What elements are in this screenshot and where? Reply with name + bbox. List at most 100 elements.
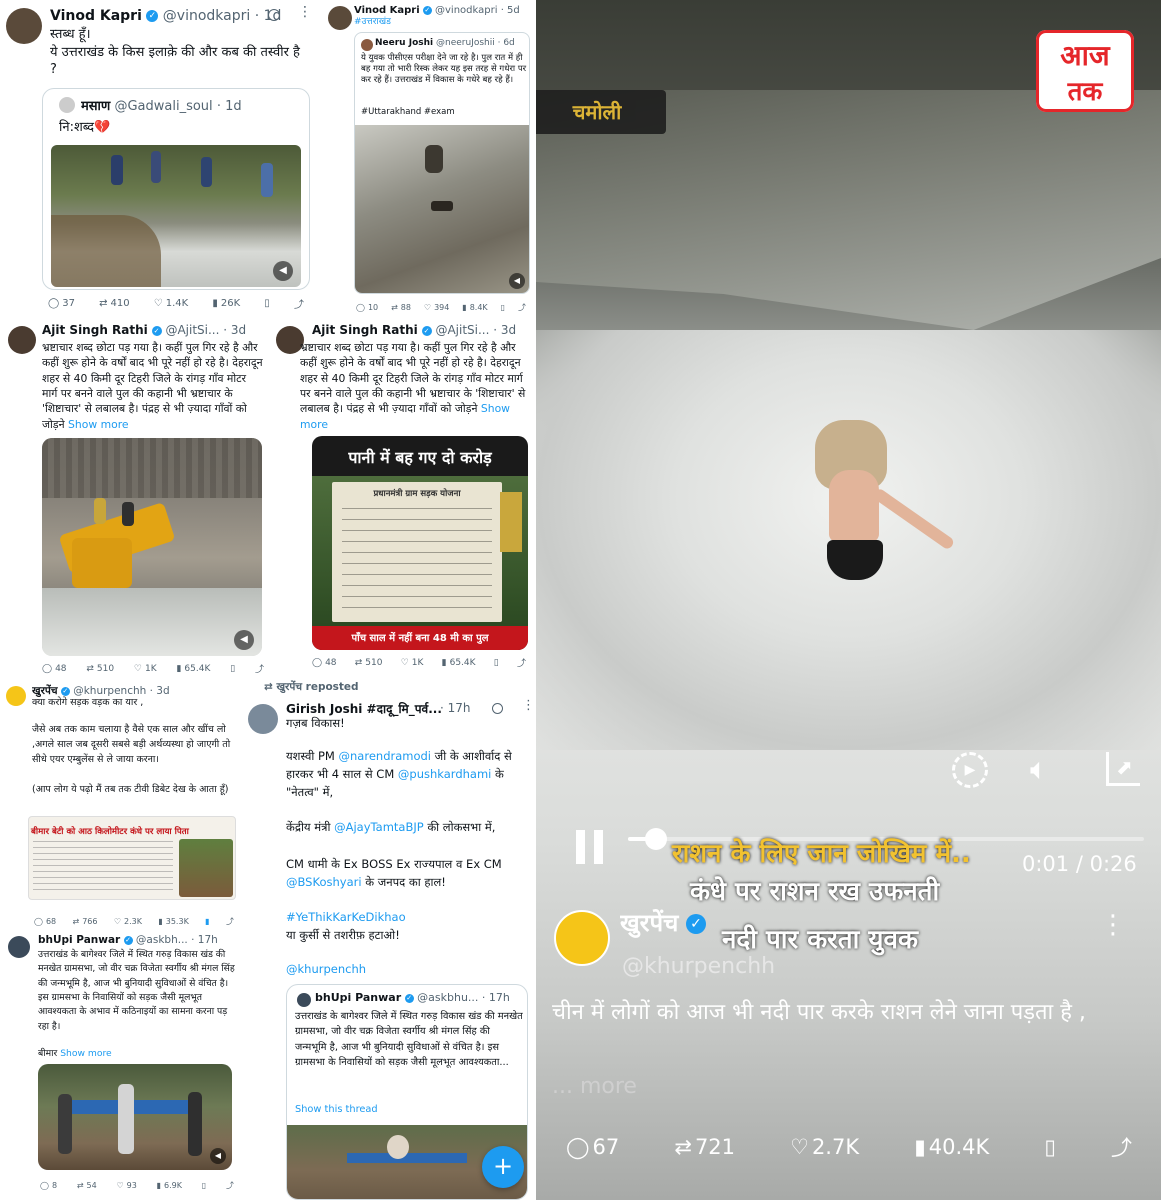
video-player[interactable]: आज तक चमोली ▶ 🔈︎ ⬈ 0:01 / 0:26 राशन के ल… (536, 0, 1161, 1200)
mute-icon[interactable]: ◀ (210, 1148, 226, 1164)
like-button[interactable]: ♡ 1.4K (154, 298, 188, 309)
reply-button[interactable]: ◯ 10 (356, 303, 378, 312)
avatar[interactable] (8, 936, 30, 958)
timestamp[interactable]: · 3d (150, 685, 170, 697)
progress-scrubber[interactable] (644, 828, 667, 850)
more-options-icon[interactable]: ⋮ (298, 4, 312, 20)
mention-link[interactable]: @BSKoshyari (286, 875, 362, 889)
author-handle[interactable]: @askbh... (136, 934, 188, 946)
share-icon[interactable]: ⤴ (226, 1180, 234, 1191)
views-button[interactable]: ▮ 40.4K (914, 1135, 989, 1159)
repost-button[interactable]: ⇄ 510 (355, 658, 383, 668)
tweet-card-4[interactable]: Ajit Singh Rathi ✓ @AjitSi... · 3d भ्रष्… (268, 318, 536, 680)
quoted-tweet[interactable]: मसाण @Gadwali_soul · 1d नि:शब्द💔 ◀ (42, 88, 310, 290)
quote-image[interactable]: ◀ (355, 125, 529, 293)
views-button[interactable]: ▮ 26K (212, 298, 240, 309)
like-button[interactable]: ♡ 1K (401, 658, 424, 668)
show-more-link[interactable]: Show more (68, 418, 129, 431)
share-icon[interactable]: ⤴ (255, 662, 264, 675)
share-icon[interactable]: ⤴ (294, 296, 304, 311)
author-handle[interactable]: @khurpenchh (73, 685, 146, 697)
author-name[interactable]: Ajit Singh Rathi (42, 323, 148, 337)
tweet-card-7[interactable]: ⇄ खुरपेंच reposted Girish Joshi #दादू_मि… (240, 680, 536, 1200)
reply-button[interactable]: ◯ 8 (40, 1181, 57, 1190)
quote-image[interactable]: ◀ (51, 145, 301, 287)
grok-icon[interactable] (268, 9, 280, 21)
author-name[interactable]: Ajit Singh Rathi (312, 323, 418, 337)
repost-button[interactable]: ⇄ 88 (391, 303, 411, 312)
author-handle[interactable]: @AjitSi... (165, 323, 219, 337)
mute-icon[interactable]: ◀ (234, 630, 254, 650)
author-handle[interactable]: @vinodkapri (435, 5, 497, 16)
bookmark-icon[interactable]: ▯ (202, 1181, 206, 1190)
avatar[interactable] (6, 8, 42, 44)
share-icon[interactable]: ⤴ (518, 302, 526, 313)
hashtag-link[interactable]: #YeThikKarKeDikhao (286, 910, 406, 925)
reply-button[interactable]: ◯ 37 (48, 298, 75, 309)
author-name[interactable]: Girish Joshi #दादू_मि_पर्व... (286, 702, 442, 716)
show-more-link[interactable]: Show more (60, 1048, 112, 1059)
views-button[interactable]: ▮ 35.3K (158, 917, 188, 926)
timestamp[interactable]: · 17h (191, 934, 218, 946)
avatar[interactable] (248, 704, 278, 734)
mention-link[interactable]: @khurpenchh (286, 962, 366, 977)
like-button[interactable]: ♡ 2.3K (114, 917, 142, 926)
tweet-card-5[interactable]: खुरपेंच ✓ @khurpenchh · 3d क्या करोगे सड… (0, 680, 240, 930)
mention-link[interactable]: @pushkardhami (398, 767, 491, 781)
views-button[interactable]: ▮ 65.4K (442, 658, 476, 668)
more-options-icon[interactable]: ⋮ (1100, 910, 1126, 940)
grok-icon[interactable] (492, 703, 503, 714)
author-name[interactable]: खुरपेंच (32, 685, 58, 697)
repost-button[interactable]: ⇄ 766 (73, 917, 98, 926)
like-button[interactable]: ♡ 1K (134, 664, 157, 674)
compose-fab-button[interactable]: + (482, 1146, 524, 1188)
tweet-card-1[interactable]: Vinod Kapri ✓ @vinodkapri · 1d ⋮ स्तब्ध … (0, 0, 320, 318)
views-button[interactable]: ▮ 8.4K (462, 303, 487, 312)
show-more-link[interactable]: ... more (552, 1072, 637, 1101)
bookmark-icon[interactable]: ▯ (501, 303, 505, 312)
share-icon[interactable]: ⤴ (226, 916, 234, 927)
tweet-card-2[interactable]: Vinod Kapri ✓ @vinodkapri · 5d #उत्तराखं… (320, 0, 536, 318)
reply-button[interactable]: ◯ 67 (566, 1135, 619, 1159)
more-options-icon[interactable]: ⋮ (522, 698, 535, 713)
fullscreen-icon[interactable]: ⬈ (1106, 752, 1140, 786)
repost-button[interactable]: ⇄ 410 (99, 298, 129, 309)
repost-button[interactable]: ⇄ 510 (86, 664, 114, 674)
author-name[interactable]: खुरपेंच (620, 909, 678, 937)
share-icon[interactable]: ⤴ (517, 656, 526, 669)
tweet-image[interactable]: पानी में बह गए दो करोड़ प्रधानमंत्री ग्र… (312, 436, 528, 650)
timestamp[interactable]: · 3d (493, 323, 516, 337)
mute-icon[interactable]: ◀ (509, 273, 525, 289)
tweet-image[interactable]: ◀ (38, 1064, 232, 1170)
mention-link[interactable]: @AjayTamtaBJP (334, 820, 424, 834)
avatar[interactable] (554, 910, 610, 966)
avatar[interactable] (8, 326, 36, 354)
pause-button[interactable] (576, 830, 606, 864)
bookmark-icon[interactable]: ▯ (264, 298, 270, 309)
like-button[interactable]: ♡ 2.7K (790, 1135, 859, 1159)
timestamp[interactable]: · 3d (223, 323, 246, 337)
repost-button[interactable]: ⇄ 54 (77, 1181, 97, 1190)
bookmark-icon[interactable]: ▯ (494, 658, 499, 668)
views-button[interactable]: ▮ 65.4K (176, 664, 210, 674)
bookmark-icon[interactable]: ▯ (230, 664, 235, 674)
author-name[interactable]: bhUpi Panwar (38, 934, 120, 946)
like-button[interactable]: ♡ 394 (424, 303, 449, 312)
timestamp[interactable]: · 5d (501, 5, 520, 16)
reply-button[interactable]: ◯ 48 (42, 664, 67, 674)
tweet-card-6[interactable]: bhUpi Panwar ✓ @askbh... · 17h उत्तराखंड… (0, 930, 240, 1200)
like-button[interactable]: ♡ 93 (117, 1181, 137, 1190)
reply-button[interactable]: ◯ 48 (312, 658, 337, 668)
author-name[interactable]: Vinod Kapri (50, 8, 142, 24)
hashtag-link[interactable]: #उत्तराखंड (354, 17, 391, 29)
mute-icon[interactable]: ◀ (273, 261, 293, 281)
show-thread-link[interactable]: Show this thread (295, 1103, 378, 1116)
tweet-image[interactable]: बीमार बेटी को आठ किलोमीटर कंधे पर लाया प… (28, 816, 236, 900)
views-button[interactable]: ▮ 6.9K (157, 1181, 182, 1190)
timestamp[interactable]: · 17h (440, 701, 471, 715)
quoted-tweet[interactable]: Neeru Joshi @neeruJoshii · 6d ये युवक पी… (354, 32, 530, 294)
volume-icon[interactable]: 🔈︎ (1030, 752, 1048, 787)
tweet-card-3[interactable]: Ajit Singh Rathi ✓ @AjitSi... · 3d भ्रष्… (0, 318, 268, 680)
share-icon[interactable]: ⤴ (1111, 1132, 1132, 1162)
bookmark-icon[interactable]: ▯ (1044, 1135, 1056, 1159)
